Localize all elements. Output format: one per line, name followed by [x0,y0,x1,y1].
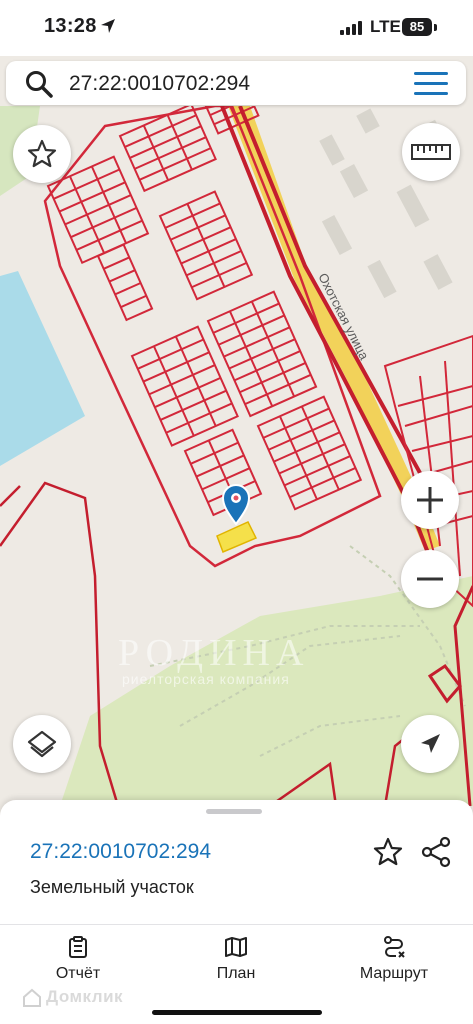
share-icon [421,836,451,868]
minus-icon [417,577,443,581]
sheet-divider [0,924,473,925]
home-indicator [152,1010,322,1015]
tab-label: Отчёт [55,965,101,982]
battery-tip [434,24,437,31]
menu-icon[interactable] [414,71,448,97]
star-icon [27,139,57,168]
status-bar: 13:28 LTE 85 [0,0,473,56]
ruler-button[interactable] [402,123,460,181]
layers-button[interactable] [13,715,71,773]
plus-icon [417,487,443,513]
battery-level: 85 [402,18,432,36]
tab-label: Маршрут [359,965,429,982]
zoom-out-button[interactable] [401,550,459,608]
map-view[interactable]: Охотская улица РОДИНА риелторская компан… [0,106,473,806]
tab-label: План [216,965,256,982]
tab-report[interactable]: Отчёт [18,935,138,983]
navigation-arrow-icon [421,734,440,753]
search-bar[interactable]: 27:22:0010702:294 [6,61,466,105]
parcel-cadastral-number[interactable]: 27:22:0010702:294 [30,840,211,864]
locate-me-button[interactable] [401,715,459,773]
status-time: 13:28 [44,15,97,37]
route-icon [384,936,405,958]
search-icon[interactable] [24,69,54,99]
sheet-drag-handle[interactable] [206,809,262,814]
favorite-map-button[interactable] [13,125,71,183]
share-button[interactable] [420,836,452,873]
map-canvas[interactable]: Охотская улица [0,106,473,806]
domclick-watermark: Домклик [46,987,124,1006]
location-arrow-icon [101,19,115,33]
report-icon [69,936,87,958]
tab-route[interactable]: Маршрут [334,935,454,983]
tab-plan[interactable]: План [176,935,296,983]
add-to-favorites-button[interactable] [372,836,404,873]
zoom-in-button[interactable] [401,471,459,529]
map-plan-icon [225,937,247,957]
search-input[interactable]: 27:22:0010702:294 [69,72,250,96]
signal-icon [340,21,362,35]
layers-icon [27,730,57,758]
ruler-icon [411,144,451,160]
star-icon [373,837,403,866]
domclick-logo-icon [23,988,41,1007]
network-type: LTE [370,17,401,36]
parcel-type: Земельный участок [30,877,194,897]
